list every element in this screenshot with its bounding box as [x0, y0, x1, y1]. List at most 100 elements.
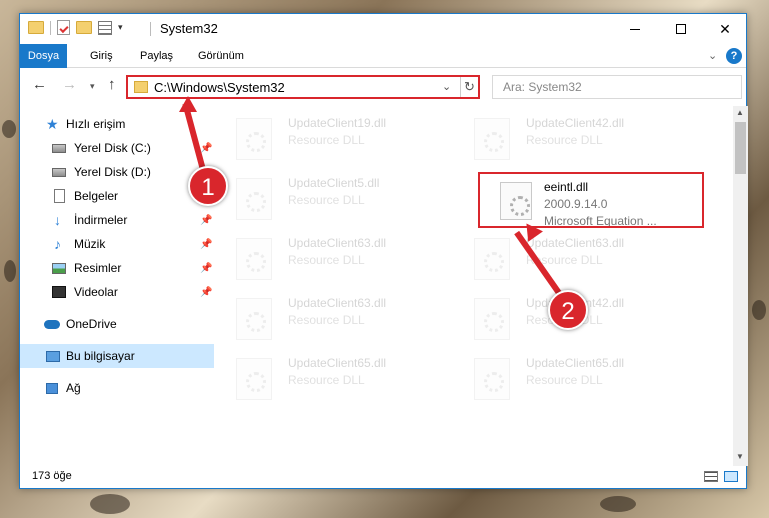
file-name: UpdateClient65.dll: [288, 356, 387, 370]
cloud-icon: [44, 319, 60, 329]
title-bar: ▾ System32 ✕: [20, 14, 746, 44]
annotation-badge-2: 2: [548, 290, 588, 330]
pin-icon[interactable]: 📌: [200, 215, 212, 226]
refresh-icon[interactable]: ↻: [460, 77, 478, 97]
toolbar-separator: [50, 20, 51, 35]
disk-icon: [52, 143, 66, 153]
sidebar-item-onedrive[interactable]: OneDrive: [20, 312, 214, 336]
explorer-window: ▾ System32 ✕ Dosya Giriş Paylaş Görünüm …: [19, 13, 748, 489]
close-button[interactable]: ✕: [702, 14, 748, 44]
back-arrow-icon[interactable]: ←: [32, 76, 47, 93]
quick-access-toolbar: ▾: [28, 20, 123, 35]
file-name: UpdateClient63.dll: [526, 236, 625, 250]
sidebar-item-label: İndirmeler: [74, 213, 128, 227]
properties-icon[interactable]: [57, 20, 70, 35]
dll-file-icon: [474, 238, 510, 280]
sidebar-item-pictures[interactable]: Resimler 📌: [20, 256, 214, 280]
annotation-arrowhead-1: [179, 96, 197, 112]
file-tile[interactable]: UpdateClient19.dll Resource DLL: [216, 112, 446, 164]
sidebar-item-this-pc[interactable]: Bu bilgisayar: [20, 344, 214, 368]
pin-icon[interactable]: 📌: [200, 263, 212, 274]
tab-share[interactable]: Paylaş: [140, 44, 173, 68]
dll-file-icon: [474, 118, 510, 160]
wallpaper-spot: [752, 300, 766, 320]
wallpaper-spot: [4, 260, 16, 282]
file-name: UpdateClient42.dll: [526, 116, 625, 130]
folder-icon: [28, 21, 44, 34]
sidebar-item-videos[interactable]: Videolar 📌: [20, 280, 214, 304]
sidebar-item-label: Ağ: [66, 381, 81, 395]
dll-file-icon: [236, 358, 272, 400]
navigation-bar: ← → ▾ ↑ C:\Windows\System32 ⌄ ↻ Ara: Sys…: [20, 72, 746, 102]
music-icon: ♪: [54, 236, 61, 252]
file-name: UpdateClient63.dll: [288, 296, 387, 310]
sidebar-item-disk-d[interactable]: Yerel Disk (D:): [20, 160, 214, 184]
sidebar-item-label: OneDrive: [66, 317, 117, 331]
scrollbar-thumb[interactable]: [735, 122, 746, 174]
download-icon: ↓: [54, 212, 61, 228]
file-name: UpdateClient63.dll: [288, 236, 387, 250]
navigation-pane: ★ Hızlı erişim Yerel Disk (C:) 📌 Yerel D…: [20, 106, 214, 466]
file-list: UpdateClient19.dll Resource DLL UpdateCl…: [216, 106, 732, 466]
sidebar-item-label: Hızlı erişim: [66, 117, 126, 131]
new-folder-icon[interactable]: [76, 21, 92, 34]
search-input[interactable]: Ara: System32: [492, 75, 742, 99]
address-folder-icon: [134, 81, 148, 93]
tab-view[interactable]: Görünüm: [198, 44, 244, 68]
sidebar-item-network[interactable]: Ağ: [20, 376, 214, 400]
search-placeholder: Ara: System32: [503, 80, 582, 94]
details-view-icon[interactable]: [704, 471, 718, 482]
recent-locations-chevron-icon[interactable]: ▾: [90, 81, 95, 92]
pin-icon[interactable]: 📌: [200, 143, 212, 154]
highlight-box-file: [478, 172, 704, 228]
expand-ribbon-chevron-icon[interactable]: ⌄: [708, 49, 717, 62]
file-tile[interactable]: UpdateClient65.dll Resource DLL: [454, 352, 684, 404]
pin-icon[interactable]: 📌: [200, 287, 212, 298]
file-tile[interactable]: UpdateClient63.dll Resource DLL: [454, 232, 684, 284]
sidebar-item-downloads[interactable]: ↓ İndirmeler 📌: [20, 208, 214, 232]
computer-icon: [46, 350, 60, 362]
maximize-button[interactable]: [658, 14, 704, 44]
file-tile[interactable]: UpdateClient42.dll Resource DLL: [454, 112, 684, 164]
videos-icon: [52, 286, 66, 298]
pin-icon[interactable]: 📌: [200, 239, 212, 250]
vertical-scrollbar[interactable]: ▲ ▼: [733, 106, 748, 466]
sidebar-item-music[interactable]: ♪ Müzik 📌: [20, 232, 214, 256]
file-name: UpdateClient19.dll: [288, 116, 387, 130]
network-icon: [46, 382, 58, 394]
title-separator: [150, 22, 151, 36]
sidebar-item-disk-c[interactable]: Yerel Disk (C:) 📌: [20, 136, 214, 160]
documents-icon: [54, 189, 65, 203]
help-icon[interactable]: ?: [726, 48, 742, 64]
window-title: System32: [160, 21, 218, 36]
tab-file[interactable]: Dosya: [20, 44, 67, 68]
file-type: Resource DLL: [526, 133, 603, 147]
star-icon: ★: [46, 116, 59, 132]
address-dropdown-chevron-icon[interactable]: ⌄: [442, 80, 451, 93]
view-options-icon[interactable]: [98, 20, 112, 35]
file-type: Resource DLL: [526, 373, 603, 387]
tab-home[interactable]: Giriş: [90, 44, 113, 68]
file-type: Resource DLL: [288, 253, 365, 267]
file-tile[interactable]: UpdateClient65.dll Resource DLL: [216, 352, 446, 404]
forward-arrow-icon[interactable]: →: [62, 76, 77, 93]
tiles-view-icon[interactable]: [724, 471, 738, 482]
minimize-button[interactable]: [612, 14, 658, 44]
pictures-icon: [52, 262, 66, 274]
file-tile[interactable]: UpdateClient63.dll Resource DLL: [216, 292, 446, 344]
status-bar: 173 öğe: [20, 466, 746, 488]
customize-toolbar-dropdown-icon[interactable]: ▾: [118, 22, 123, 33]
address-path[interactable]: C:\Windows\System32: [154, 80, 285, 95]
file-type: Resource DLL: [288, 373, 365, 387]
sidebar-item-documents[interactable]: Belgeler: [20, 184, 214, 208]
minimize-icon: [630, 28, 640, 30]
sidebar-item-label: Videolar: [74, 285, 118, 299]
scroll-down-arrow-icon[interactable]: ▼: [736, 452, 744, 461]
sidebar-item-label: Yerel Disk (D:): [74, 165, 151, 179]
wallpaper-spot: [600, 496, 636, 512]
up-arrow-icon[interactable]: ↑: [108, 76, 116, 93]
file-tile[interactable]: UpdateClient63.dll Resource DLL: [216, 232, 446, 284]
file-tile[interactable]: UpdateClient5.dll Resource DLL: [216, 172, 446, 224]
disk-icon: [52, 167, 66, 177]
scroll-up-arrow-icon[interactable]: ▲: [736, 108, 744, 117]
